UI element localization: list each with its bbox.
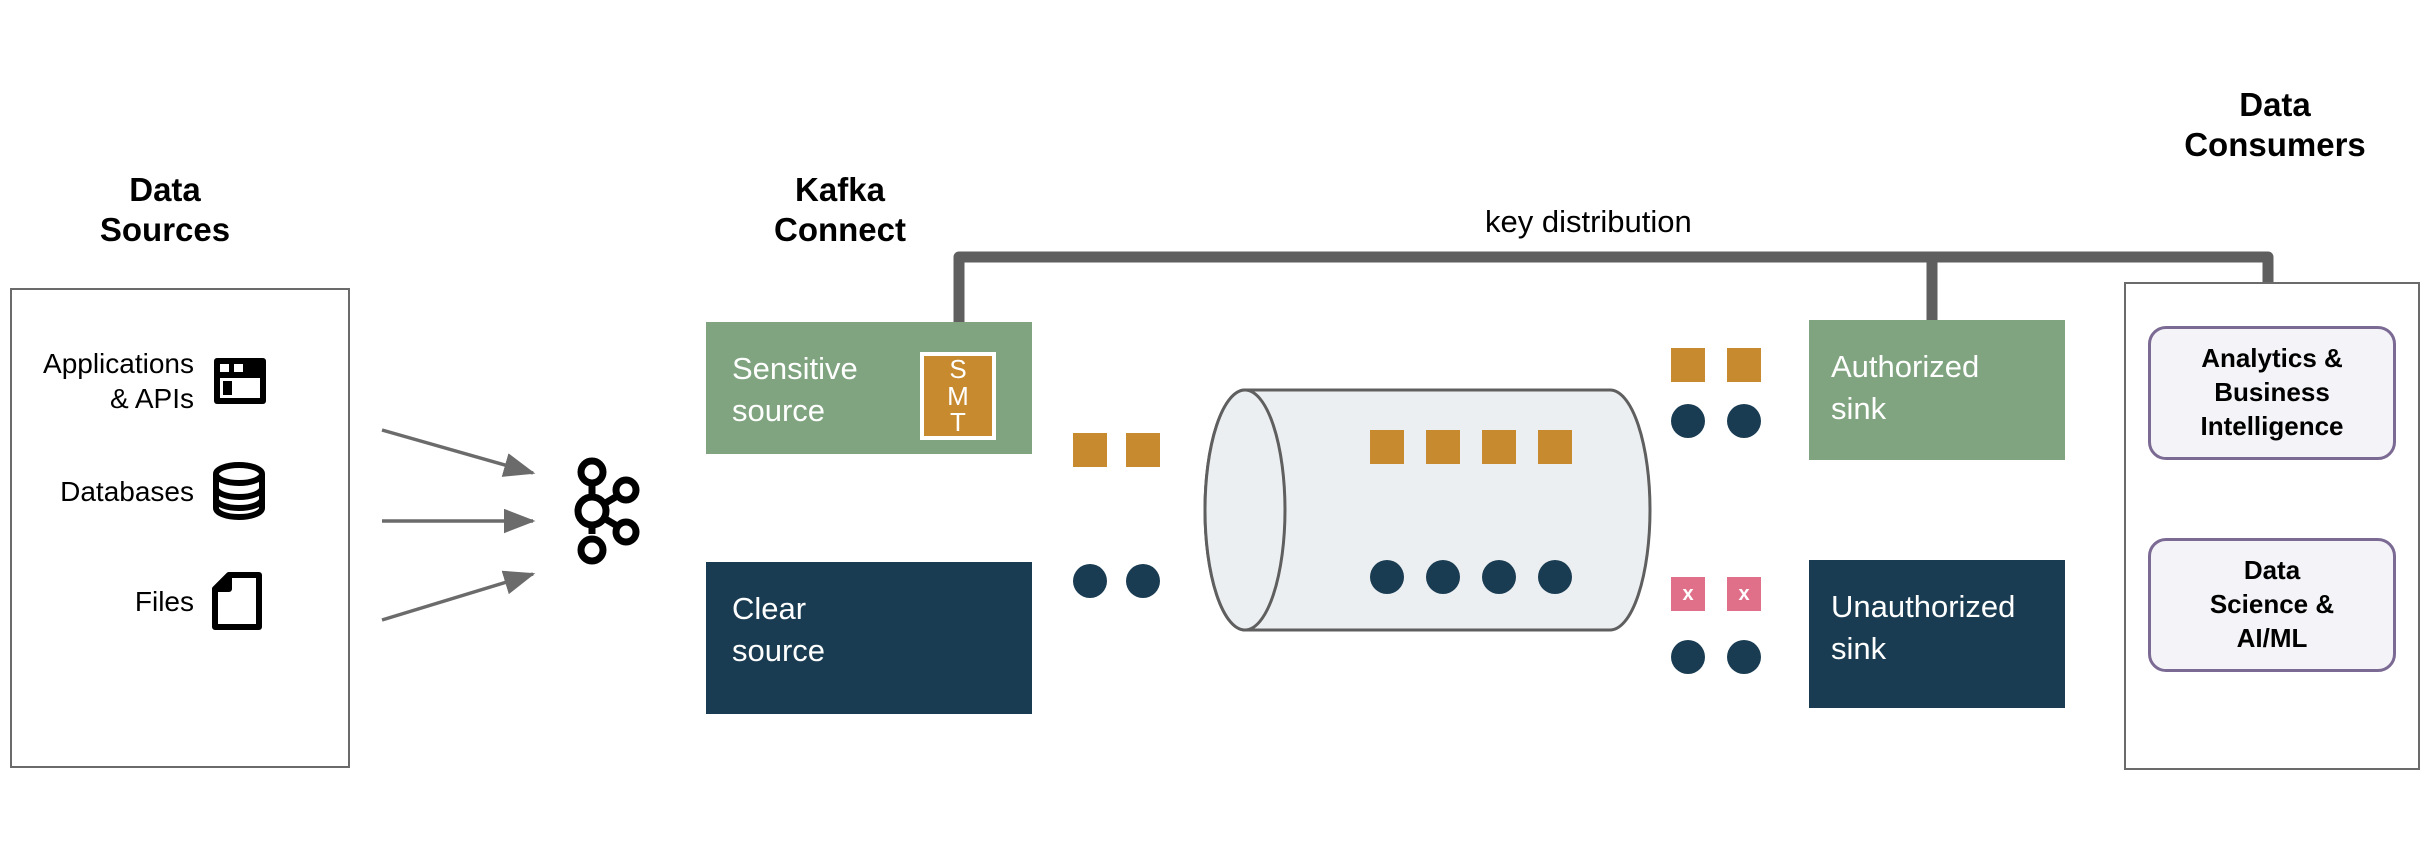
file-document-icon bbox=[212, 572, 290, 630]
encrypted-token bbox=[1370, 430, 1404, 464]
clear-token bbox=[1727, 404, 1761, 438]
clear-token bbox=[1126, 564, 1160, 598]
authorized-sink-box[interactable]: Authorized sink bbox=[1809, 320, 2065, 460]
clear-token bbox=[1727, 640, 1761, 674]
data-source-label-databases: Databases bbox=[60, 475, 194, 507]
key-distribution-label: key distribution bbox=[1485, 204, 1692, 239]
consumer-chip-analytics-bi[interactable]: Analytics & Business Intelligence bbox=[2148, 326, 2396, 460]
encrypted-token bbox=[1671, 348, 1705, 382]
key-distribution-line bbox=[953, 251, 2274, 378]
clear-source-box[interactable]: Clear source bbox=[706, 562, 1032, 714]
encrypted-token bbox=[1073, 433, 1107, 467]
clear-token bbox=[1671, 404, 1705, 438]
source-arrow-applications bbox=[381, 428, 536, 477]
data-source-label-files: Files bbox=[134, 585, 194, 617]
encrypted-token bbox=[1126, 433, 1160, 467]
unauthorized-sink-box[interactable]: Unauthorized sink bbox=[1809, 560, 2065, 708]
denied-token-x-icon: x bbox=[1671, 577, 1705, 611]
diagram-connectors-layer bbox=[381, 251, 2274, 632]
clear-token bbox=[1426, 560, 1460, 594]
clear-token-group-unauthorized bbox=[1671, 640, 1761, 674]
denied-token-group-unauthorized: x x bbox=[1671, 577, 1761, 611]
kafka-topic-cylinder bbox=[1203, 388, 1652, 632]
clear-token bbox=[1073, 564, 1107, 598]
data-source-row-databases: Databases bbox=[12, 446, 352, 536]
consumer-chip-data-science-aiml[interactable]: Data Science & AI/ML bbox=[2148, 538, 2396, 672]
clear-token bbox=[1538, 560, 1572, 594]
encrypted-token bbox=[1727, 348, 1761, 382]
clear-token-group-pre-topic bbox=[1073, 564, 1160, 598]
window-app-icon bbox=[212, 356, 290, 406]
clear-token-group-authorized bbox=[1671, 404, 1761, 438]
clear-token bbox=[1370, 560, 1404, 594]
encrypted-token bbox=[1426, 430, 1460, 464]
data-sources-panel: Applications & APIs Databases Files bbox=[10, 288, 350, 768]
encrypted-token-group-authorized bbox=[1671, 348, 1761, 382]
encrypted-token bbox=[1482, 430, 1516, 464]
smt-chip[interactable]: S M T bbox=[920, 352, 996, 440]
clear-token bbox=[1482, 560, 1516, 594]
kafka-connect-title: Kafka Connect bbox=[774, 171, 906, 249]
clear-token-group-in-topic bbox=[1370, 560, 1572, 594]
database-icon bbox=[212, 462, 290, 520]
encrypted-token-group-pre-topic bbox=[1073, 433, 1160, 467]
data-source-row-files: Files bbox=[12, 556, 352, 646]
clear-token bbox=[1671, 640, 1705, 674]
data-consumers-title: Data Consumers bbox=[2184, 86, 2366, 164]
data-source-label-applications: Applications & APIs bbox=[43, 348, 194, 414]
diagram-canvas: Data Sources Kafka Connect Data Consumer… bbox=[0, 0, 2430, 862]
kafka-logo-icon bbox=[566, 456, 640, 571]
encrypted-token-group-in-topic bbox=[1370, 430, 1572, 464]
source-arrow-files bbox=[381, 570, 536, 622]
denied-token-x-icon: x bbox=[1727, 577, 1761, 611]
encrypted-token bbox=[1538, 430, 1572, 464]
data-source-row-applications: Applications & APIs bbox=[12, 336, 352, 426]
data-sources-title: Data Sources bbox=[99, 171, 231, 249]
